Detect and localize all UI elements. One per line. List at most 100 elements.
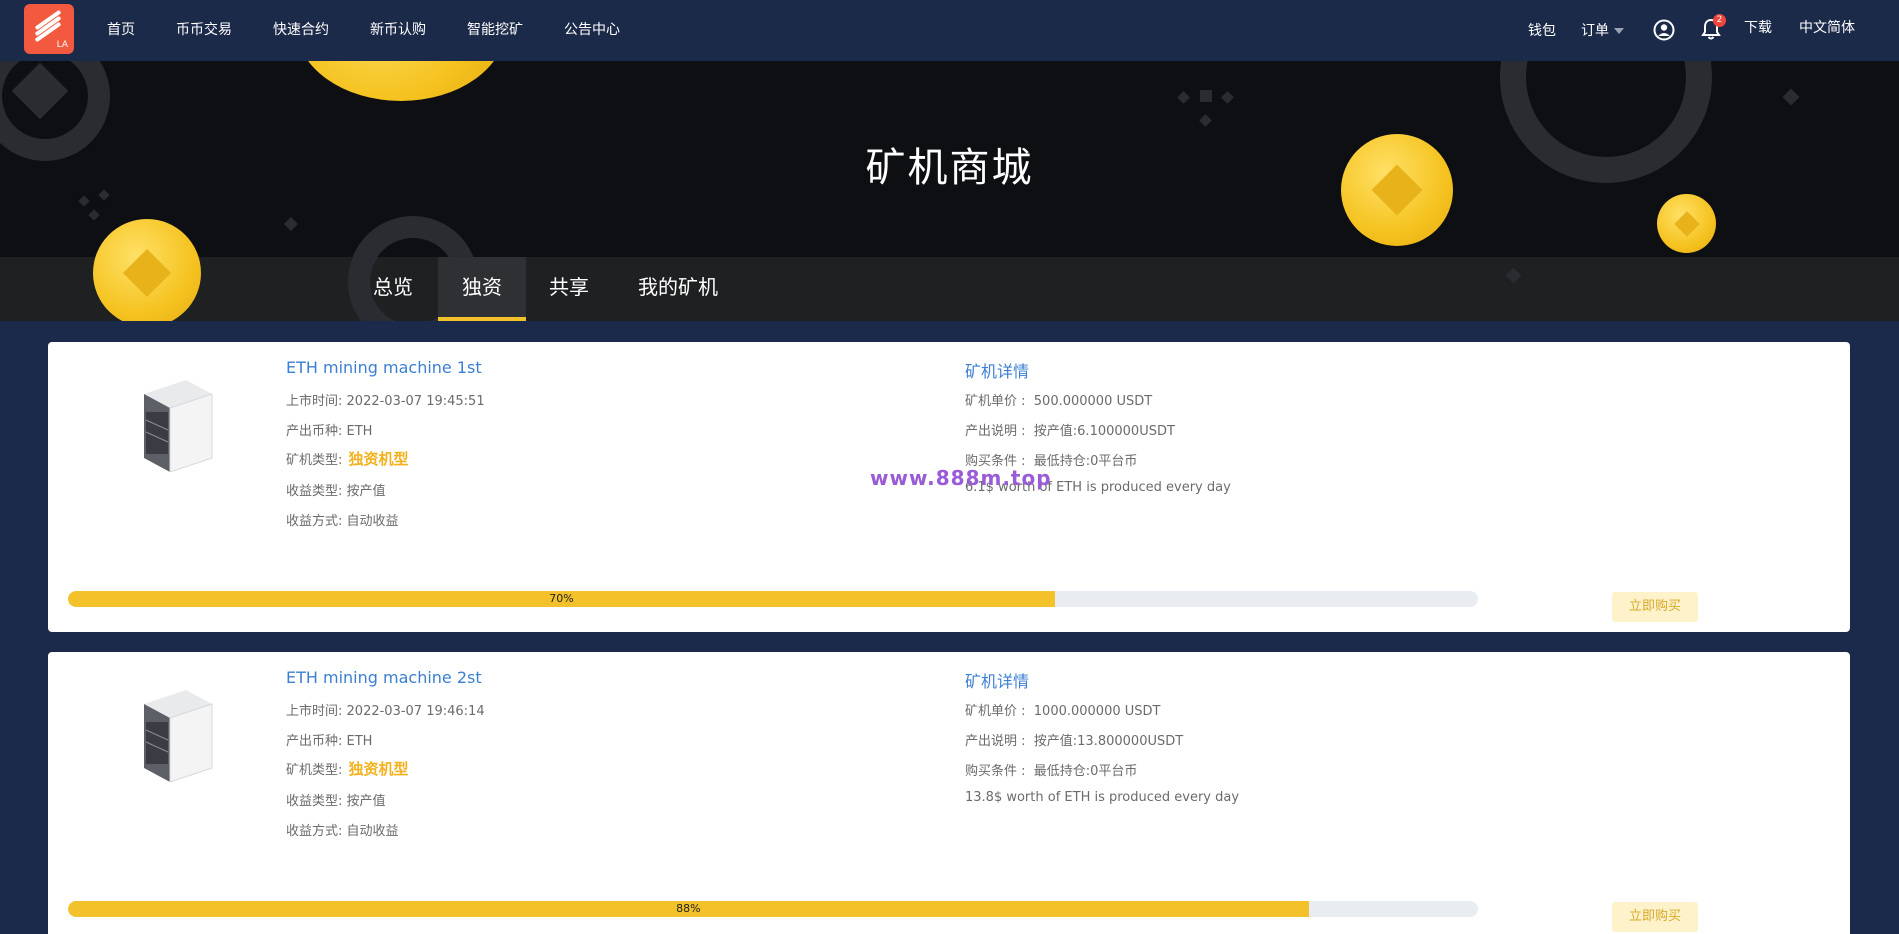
machine-type: 矿机类型: 独资机型 xyxy=(286,758,409,779)
mining-machine-image xyxy=(144,380,213,472)
buy-now-button[interactable]: 立即购买 xyxy=(1612,592,1698,622)
machine-name: ETH mining machine 2st xyxy=(286,668,482,687)
output-description: 产出说明 : 按产值:13.800000USDT xyxy=(965,730,1183,749)
nav-home[interactable]: 首页 xyxy=(107,19,135,39)
output-coin-value: ETH xyxy=(346,734,373,749)
machine-name: ETH mining machine 1st xyxy=(286,358,482,377)
listed-time-label: 上市时间: xyxy=(286,704,343,719)
top-navigation: LA 首页 币币交易 快速合约 新币认购 智能挖矿 公告中心 钱包 订单 2 下… xyxy=(0,0,1899,61)
purchase-condition: 购买条件 : 最低持仓:0平台币 xyxy=(965,760,1137,779)
output-coin-label: 产出币种: xyxy=(286,734,343,749)
nav-announcements[interactable]: 公告中心 xyxy=(564,19,620,39)
decor-dot xyxy=(88,209,100,221)
daily-output-note: 13.8$ worth of ETH is produced every day xyxy=(965,790,1240,805)
decor-coin xyxy=(93,219,201,257)
unit-price-value: 500.000000 USDT xyxy=(1033,394,1153,409)
buy-now-button[interactable]: 立即购买 xyxy=(1612,902,1698,932)
decor-dot xyxy=(1782,88,1800,106)
machine-type-value: 独资机型 xyxy=(348,760,409,778)
income-mode-value: 自动收益 xyxy=(346,824,399,839)
tab-shared[interactable]: 共享 xyxy=(526,257,612,321)
user-account-icon[interactable] xyxy=(1653,19,1675,45)
income-mode-label: 收益方式: xyxy=(286,824,343,839)
output-description-label: 产出说明 : xyxy=(965,424,1026,439)
nav-orders[interactable]: 订单 xyxy=(1581,20,1624,40)
machine-type-value: 独资机型 xyxy=(348,450,409,468)
output-description-label: 产出说明 : xyxy=(965,734,1026,749)
unit-price-value: 1000.000000 USDT xyxy=(1033,704,1161,719)
listed-time: 上市时间: 2022-03-07 19:45:51 xyxy=(286,390,485,409)
sales-progress-label: 88% xyxy=(676,902,701,915)
output-coin: 产出币种: ETH xyxy=(286,420,372,439)
decor-dot xyxy=(78,195,90,207)
decor-dot xyxy=(1200,90,1212,102)
nav-smart-mining[interactable]: 智能挖矿 xyxy=(467,19,523,39)
decor-coin-diamond xyxy=(122,248,172,257)
income-type-value: 按产值 xyxy=(346,484,386,499)
machine-type: 矿机类型: 独资机型 xyxy=(286,448,409,469)
income-mode-value: 自动收益 xyxy=(346,514,399,529)
decor-dot xyxy=(1199,114,1212,127)
unit-price: 矿机单价 : 1000.000000 USDT xyxy=(965,700,1160,719)
language-selector[interactable]: 中文简体 xyxy=(1799,17,1855,37)
output-coin: 产出币种: ETH xyxy=(286,730,372,749)
output-description-value: 按产值:13.800000USDT xyxy=(1033,734,1184,749)
decor-coin xyxy=(296,61,506,101)
banner: 矿机商城 xyxy=(0,61,1899,257)
main-nav: 首页 币币交易 快速合约 新币认购 智能挖矿 公告中心 xyxy=(107,0,661,58)
logo-text: LA xyxy=(56,40,68,50)
purchase-condition-label: 购买条件 : xyxy=(965,764,1026,779)
listed-time-value: 2022-03-07 19:46:14 xyxy=(346,704,485,719)
decor-coin-diamond xyxy=(1673,210,1700,237)
brand-logo[interactable]: LA xyxy=(24,4,74,54)
decor-dot xyxy=(1177,91,1190,104)
sales-progress-bar: 70% xyxy=(68,591,1478,607)
notification-count-badge: 2 xyxy=(1713,14,1726,27)
machine-type-label: 矿机类型: xyxy=(286,763,343,778)
decor-coin-diamond xyxy=(122,257,172,298)
purchase-condition-value: 最低持仓:0平台币 xyxy=(1033,764,1138,779)
page-title: 矿机商城 xyxy=(865,145,1034,191)
nav-wallet[interactable]: 钱包 xyxy=(1528,20,1556,40)
nav-download[interactable]: 下载 xyxy=(1744,17,1772,37)
nav-quick-contract[interactable]: 快速合约 xyxy=(273,19,329,39)
listed-time-label: 上市时间: xyxy=(286,394,343,409)
output-description-value: 按产值:6.100000USDT xyxy=(1033,424,1175,439)
income-type-value: 按产值 xyxy=(346,794,386,809)
income-type: 收益类型: 按产值 xyxy=(286,790,386,809)
income-type-label: 收益类型: xyxy=(286,484,343,499)
watermark-text: www.888m.top xyxy=(870,466,1052,490)
decor-dot xyxy=(1221,91,1234,104)
decor-coin xyxy=(93,257,201,321)
listed-time-value: 2022-03-07 19:45:51 xyxy=(346,394,485,409)
machine-card: ETH mining machine 2st 上市时间: 2022-03-07 … xyxy=(48,652,1850,934)
nav-spot-trading[interactable]: 币币交易 xyxy=(176,19,232,39)
output-coin-value: ETH xyxy=(346,424,373,439)
decor-dot xyxy=(1505,267,1522,284)
mining-machine-image xyxy=(144,690,213,782)
income-mode: 收益方式: 自动收益 xyxy=(286,510,399,529)
chevron-down-icon xyxy=(1614,28,1624,34)
unit-price-label: 矿机单价 : xyxy=(965,394,1026,409)
income-type-label: 收益类型: xyxy=(286,794,343,809)
machine-tabs: 总览 独资 共享 我的矿机 xyxy=(0,257,1899,321)
income-mode-label: 收益方式: xyxy=(286,514,343,529)
decor-coin xyxy=(1657,194,1716,253)
tab-sole-investment[interactable]: 独资 xyxy=(438,257,526,321)
sales-progress-label: 70% xyxy=(549,592,574,605)
unit-price: 矿机单价 : 500.000000 USDT xyxy=(965,390,1152,409)
notification-bell-icon[interactable]: 2 xyxy=(1701,14,1726,44)
tab-my-machines[interactable]: 我的矿机 xyxy=(618,257,738,321)
machine-type-label: 矿机类型: xyxy=(286,453,343,468)
sales-progress-bar: 88% xyxy=(68,901,1478,917)
decor-dot xyxy=(283,216,299,232)
income-type: 收益类型: 按产值 xyxy=(286,480,386,499)
machine-detail-title: 矿机详情 xyxy=(965,672,1030,691)
nav-orders-label: 订单 xyxy=(1581,23,1609,39)
unit-price-label: 矿机单价 : xyxy=(965,704,1026,719)
tab-overview[interactable]: 总览 xyxy=(348,257,438,321)
listed-time: 上市时间: 2022-03-07 19:46:14 xyxy=(286,700,485,719)
output-description: 产出说明 : 按产值:6.100000USDT xyxy=(965,420,1175,439)
nav-new-coin-subscription[interactable]: 新币认购 xyxy=(370,19,426,39)
income-mode: 收益方式: 自动收益 xyxy=(286,820,399,839)
